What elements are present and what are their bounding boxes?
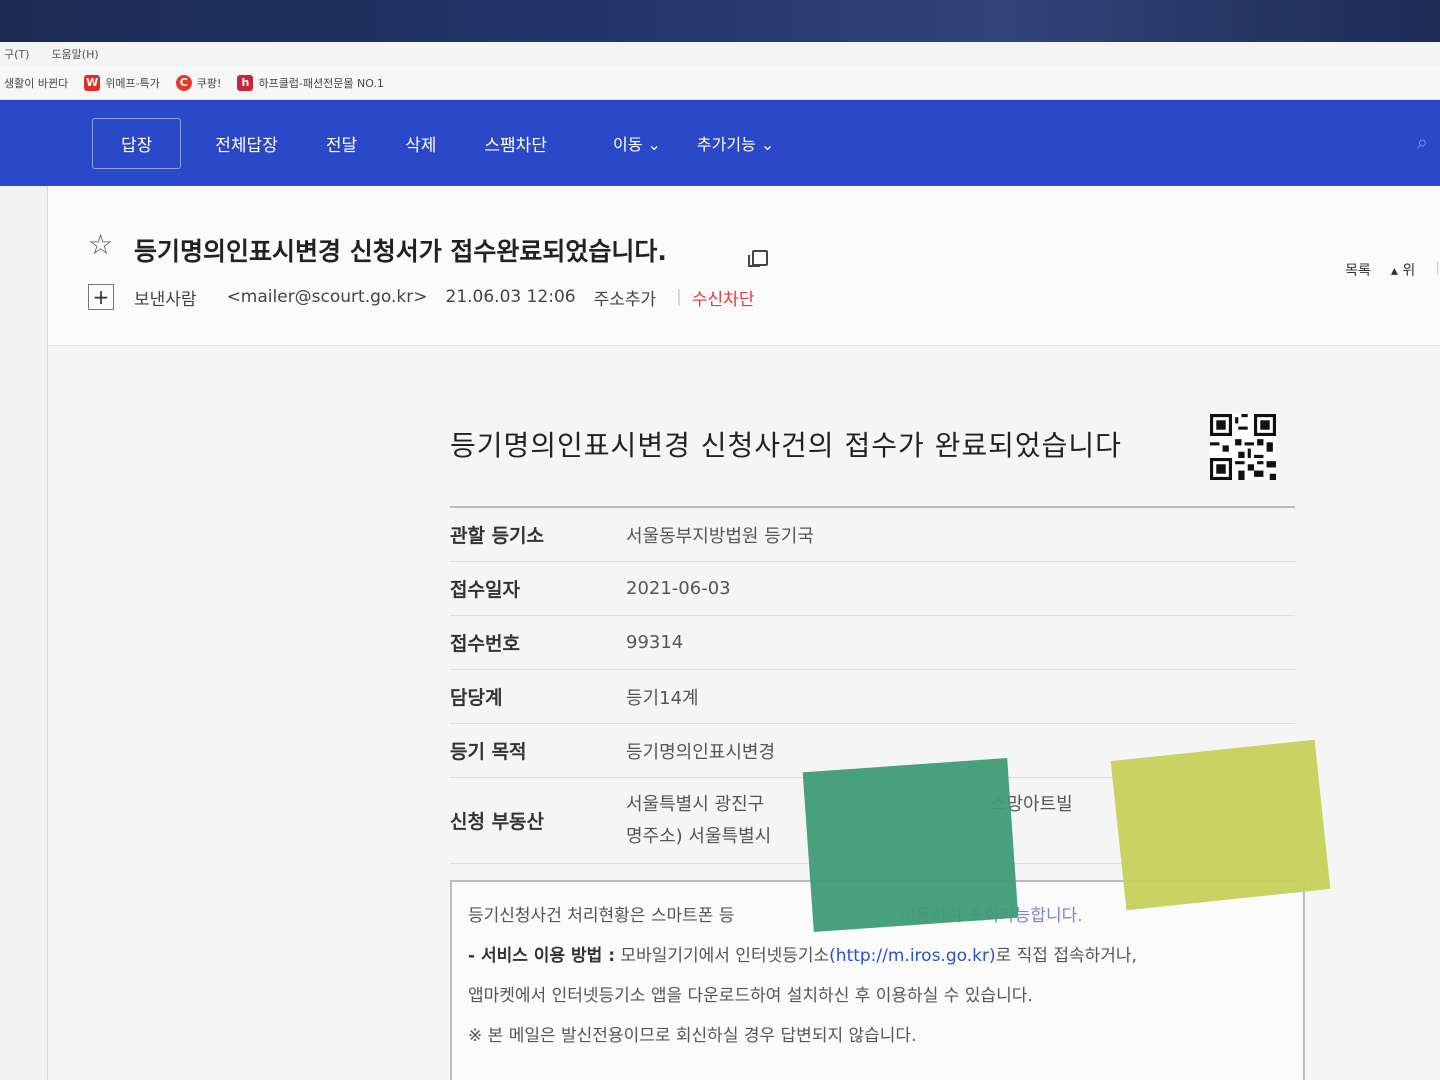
row-value: 99314 (626, 632, 684, 653)
left-sidebar (0, 186, 48, 1080)
row-label: 신청 부동산 (450, 811, 545, 833)
notice-line1a: 등기신청사건 처리현황은 스마트폰 등 (468, 906, 735, 926)
bookmark-label: 생활이 바뀐다 (4, 76, 69, 90)
bookmark-item[interactable]: 생활이 바뀐다 (4, 75, 68, 91)
mail-header: ☆ 등기명의인표시변경 신청서가 접수완료되었습니다. 목록 ▴ 위 | + 보… (48, 186, 1440, 346)
bookmark-label: 쿠팡! (196, 76, 222, 90)
up-link[interactable]: ▴ 위 (1391, 260, 1415, 280)
copy-icon[interactable] (748, 250, 768, 267)
reply-all-button[interactable]: 전체답장 (215, 131, 278, 156)
table-row: 접수번호 99314 (450, 616, 1295, 670)
notice-service-label: - 서비스 이용 방법 : (468, 946, 616, 966)
bookmark-item-coupang[interactable]: C 쿠팡! (175, 74, 222, 91)
row-label: 접수번호 (450, 633, 520, 655)
more-functions-dropdown[interactable]: 추가기능 ⌄ (697, 131, 774, 155)
browser-title-area (0, 0, 1440, 42)
table-row: 담당계 등기14계 (450, 670, 1295, 724)
mail-subject: 등기명의인표시변경 신청서가 접수완료되었습니다. (134, 237, 667, 266)
browser-menubar: 구(T) 도움말(H) (0, 42, 1440, 66)
body-title: 등기명의인표시변경 신청사건의 접수가 완료되었습니다 (450, 429, 1122, 462)
wemakeprice-icon: W (84, 74, 101, 91)
reply-button[interactable]: 답장 (92, 117, 182, 169)
row-value: 서울동부지방법원 등기국 (626, 525, 814, 547)
mail-date: 21.06.03 12:06 (445, 287, 576, 307)
table-row: 관할 등기소 서울동부지방법원 등기국 (450, 508, 1295, 562)
bookmarks-bar: 생활이 바뀐다 W 위메프-특가 C 쿠팡! h 하프클럽-패션전문몰 NO.1 (0, 66, 1440, 100)
coupang-icon: C (175, 74, 192, 91)
row-label: 등기 목적 (450, 741, 527, 763)
notice-line4: ※ 본 메일은 발신전용이므로 회신하실 경우 답변되지 않습니다. (468, 1026, 917, 1046)
menu-item-tools[interactable]: 구(T) (4, 46, 29, 62)
bookmark-item-wemakeprice[interactable]: W 위메프-특가 (84, 74, 160, 91)
sticky-note-yellow (1110, 739, 1331, 911)
mail-body-card: 등기명의인표시변경 신청사건의 접수가 완료되었습니다 관할 등기소 서울동부지… (440, 406, 1305, 1080)
sender-email[interactable]: <mailer@scourt.go.kr> (227, 287, 428, 307)
notice-line3: 앱마켓에서 인터넷등기소 앱을 다운로드하여 설치하신 후 이용하실 수 있습니… (468, 986, 1033, 1006)
search-icon[interactable]: ⌕ (1417, 130, 1428, 154)
spam-block-button[interactable]: 스팸차단 (484, 131, 547, 156)
mail-content: ☆ 등기명의인표시변경 신청서가 접수완료되었습니다. 목록 ▴ 위 | + 보… (48, 186, 1440, 1080)
iros-link[interactable]: (http://m.iros.go.kr) (829, 946, 995, 966)
block-sender-link[interactable]: 수신차단 (692, 285, 755, 310)
row-value: 등기14계 (626, 687, 699, 709)
sticky-note-green (802, 758, 1019, 932)
bookmark-label: 위메프-특가 (105, 76, 160, 90)
divider: | (676, 287, 682, 307)
expand-plus-icon[interactable]: + (88, 284, 114, 310)
notice-line2a: 모바일기기에서 인터넷등기소 (620, 946, 830, 966)
menu-item-help[interactable]: 도움말(H) (51, 46, 98, 62)
delete-button[interactable]: 삭제 (405, 131, 436, 156)
add-contact-link[interactable]: 주소추가 (594, 285, 657, 310)
property-line1: 서울특별시 광진구 (626, 793, 765, 815)
table-row: 접수일자 2021-06-03 (450, 562, 1295, 616)
list-link[interactable]: 목록 (1345, 260, 1371, 280)
star-icon[interactable]: ☆ (88, 228, 113, 261)
halfclub-icon: h (237, 74, 254, 91)
row-label: 접수일자 (450, 579, 520, 601)
bookmark-label: 하프클럽-패션전문몰 NO.1 (258, 76, 384, 90)
move-dropdown[interactable]: 이동 ⌄ (613, 131, 661, 155)
forward-button[interactable]: 전달 (326, 131, 357, 156)
row-label: 담당계 (450, 687, 503, 709)
sender-row: + 보낸사람 <mailer@scourt.go.kr> 21.06.03 12… (88, 284, 754, 310)
mail-navigation: 목록 ▴ 위 | (1345, 260, 1440, 280)
row-label: 관할 등기소 (450, 525, 545, 547)
bookmark-item-halfclub[interactable]: h 하프클럽-패션전문몰 NO.1 (237, 74, 384, 91)
notice-line2b: 로 직접 접속하거나, (995, 946, 1137, 966)
row-value: 등기명의인표시변경 (626, 741, 776, 763)
mail-toolbar: 답장 전체답장 전달 삭제 스팸차단 이동 ⌄ 추가기능 ⌄ ⌕ (0, 100, 1440, 186)
divider: | (1435, 260, 1440, 276)
qr-code-icon (1210, 414, 1276, 480)
row-value: 2021-06-03 (626, 578, 731, 599)
sender-label: 보낸사람 (134, 289, 197, 310)
